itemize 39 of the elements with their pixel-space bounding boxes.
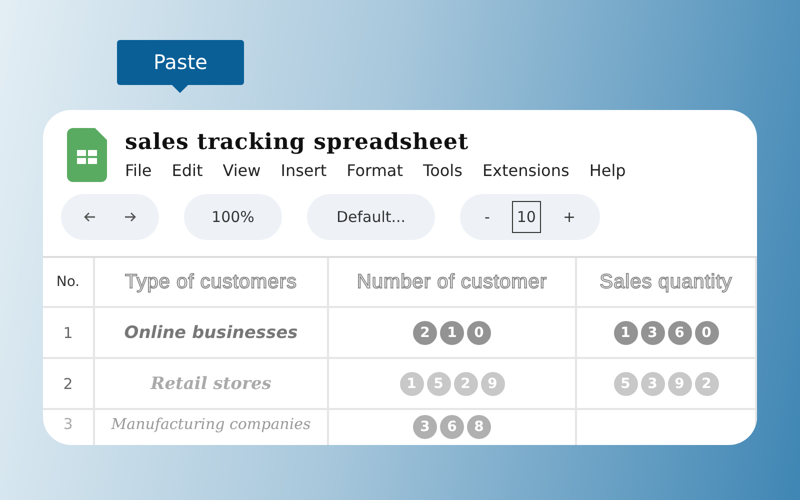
row-number: 1: [43, 308, 95, 359]
increase-size-button[interactable]: +: [558, 208, 580, 226]
row-number: 3: [43, 410, 95, 445]
decrease-size-button[interactable]: -: [480, 208, 494, 226]
column-header: Number of customer: [329, 258, 577, 308]
tooltip-pointer-icon: [172, 85, 188, 93]
digit-badge: 1: [440, 320, 464, 344]
sheets-logo-icon: [67, 128, 107, 182]
column-header: Sales quantity: [577, 258, 757, 308]
digit-badge: 8: [467, 415, 491, 439]
menu-item[interactable]: File: [117, 161, 160, 180]
digit-badge: 3: [413, 415, 437, 439]
table-cell: Retail stores: [150, 374, 272, 394]
row-number: 2: [43, 359, 95, 410]
digit-badge: 6: [668, 320, 692, 344]
font-size-field[interactable]: 10: [512, 201, 541, 233]
paste-tooltip: Paste: [117, 40, 244, 85]
menu-item[interactable]: Edit: [164, 161, 211, 180]
menu-item[interactable]: Help: [581, 161, 634, 180]
font-dropdown[interactable]: Default...: [307, 194, 435, 240]
digit-badge: 2: [413, 320, 437, 344]
digit-badge: 6: [440, 415, 464, 439]
digit-badge: 0: [694, 320, 718, 344]
table-cell: Manufacturing companies: [111, 415, 311, 433]
column-header: No.: [43, 258, 95, 308]
menu-item[interactable]: Format: [338, 161, 412, 180]
table-cell: Online businesses: [124, 322, 298, 342]
digit-badge: 1: [614, 320, 638, 344]
digit-badge: 0: [467, 320, 491, 344]
document-title: sales tracking spreadsheet: [125, 128, 470, 157]
redo-arrow-icon[interactable]: [124, 211, 136, 223]
digit-badge: 3: [640, 320, 664, 344]
column-header: Type of customers: [95, 258, 329, 308]
menu-item[interactable]: Tools: [415, 161, 470, 180]
menu-item[interactable]: Insert: [272, 161, 335, 180]
menu-item[interactable]: View: [214, 161, 269, 180]
undo-arrow-icon[interactable]: [84, 211, 96, 223]
menu-item[interactable]: Extensions: [474, 161, 578, 180]
zoom-dropdown[interactable]: 100%: [184, 194, 282, 240]
